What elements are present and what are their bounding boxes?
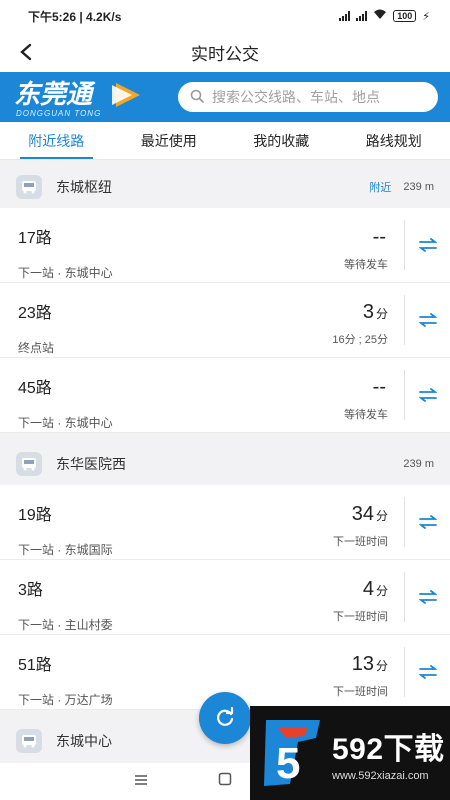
nearby-tag: 附近 xyxy=(369,182,392,194)
route-row[interactable]: 3路 下一站 · 主山村委 4分 下一班时间 xyxy=(0,560,450,635)
wifi-icon xyxy=(373,9,387,23)
route-eta: 13 分 xyxy=(333,651,388,677)
route-next-stop: 下一站 · 主山村委 xyxy=(18,618,113,632)
charging-icon: ⚡ xyxy=(422,10,430,23)
nav-bar: 实时公交 xyxy=(0,32,450,72)
status-time-speed: 下午5:26 | 4.2K/s xyxy=(28,9,122,24)
swap-direction-icon[interactable] xyxy=(404,370,450,420)
watermark-digit: 5 xyxy=(276,739,300,788)
route-row[interactable]: 19路 下一站 · 东城国际 34 分 下一班时间 xyxy=(0,485,450,560)
route-next-stop: 下一站 · 万达广场 xyxy=(18,693,113,707)
signal-icon xyxy=(339,11,351,21)
eta-note: 下一班时间 xyxy=(333,536,388,548)
route-line: 45路 xyxy=(18,380,52,397)
eta-note: 等待发车 xyxy=(344,259,388,271)
back-arrow-icon[interactable] xyxy=(12,38,40,66)
route-row[interactable]: 17路 下一站 · 东城中心 -- 等待发车 xyxy=(0,208,450,283)
eta-note: 下一班时间 xyxy=(333,611,388,623)
status-icons: 100 ⚡ xyxy=(339,9,430,23)
watermark-logo: 5 xyxy=(258,714,328,792)
swap-direction-icon[interactable] xyxy=(404,572,450,622)
eta-value: 13 xyxy=(351,653,374,675)
eta-value: 3 xyxy=(362,301,374,323)
bus-stop-icon xyxy=(16,452,42,476)
station-header[interactable]: 东城枢纽 附近 239 m xyxy=(0,166,450,208)
route-next-stop: 终点站 xyxy=(18,341,55,355)
refresh-icon xyxy=(217,707,234,726)
tab-bar: 附近线路 最近使用 我的收藏 路线规划 xyxy=(0,122,450,160)
swap-direction-icon[interactable] xyxy=(404,220,450,270)
swap-direction-icon[interactable] xyxy=(404,497,450,547)
svg-text:东莞通: 东莞通 xyxy=(14,79,96,109)
eta-unit: 分 xyxy=(375,509,388,523)
svg-text:DONGGUAN TONG: DONGGUAN TONG xyxy=(16,109,101,118)
route-line: 19路 xyxy=(18,507,52,524)
tab-nearby-routes[interactable]: 附近线路 xyxy=(0,122,113,159)
search-box[interactable] xyxy=(178,82,438,112)
brand-bar: 东莞通 DONGGUAN TONG xyxy=(0,72,450,122)
bus-stop-icon xyxy=(16,175,42,199)
bus-stop-icon xyxy=(16,729,42,753)
watermark-url: www.592xiazai.com xyxy=(332,770,429,782)
eta-unit: 分 xyxy=(375,307,388,321)
route-next-stop: 下一站 · 东城国际 xyxy=(18,543,113,557)
menu-icon[interactable] xyxy=(134,773,148,791)
route-next-stop: 下一站 · 东城中心 xyxy=(18,416,113,430)
route-line: 23路 xyxy=(18,305,52,322)
route-next-stop: 下一站 · 东城中心 xyxy=(18,266,113,280)
battery-icon: 100 xyxy=(393,10,417,22)
swap-direction-icon[interactable] xyxy=(404,647,450,697)
refresh-button[interactable] xyxy=(199,692,251,744)
tab-favorites[interactable]: 我的收藏 xyxy=(225,122,338,159)
station-name: 东城枢纽 xyxy=(56,179,112,195)
eta-value: -- xyxy=(372,376,386,398)
station-distance: 239 m xyxy=(403,181,434,193)
tab-recent[interactable]: 最近使用 xyxy=(113,122,226,159)
eta-note: 16分 ; 25分 xyxy=(332,334,388,346)
route-line: 17路 xyxy=(18,230,52,247)
route-line: 3路 xyxy=(18,582,43,599)
watermark-title: 592下载 xyxy=(332,733,445,766)
eta-value: 4 xyxy=(362,578,374,600)
watermark: 5 592下载 www.592xiazai.com xyxy=(250,706,450,800)
home-icon[interactable] xyxy=(218,772,232,791)
eta-value: 34 xyxy=(351,503,374,525)
route-eta: -- xyxy=(344,224,388,250)
search-input[interactable] xyxy=(212,89,412,105)
eta-value: -- xyxy=(372,226,386,248)
search-icon xyxy=(190,89,204,106)
tab-route-planning[interactable]: 路线规划 xyxy=(338,122,450,159)
station-distance: 239 m xyxy=(403,458,434,470)
route-row[interactable]: 23路 终点站 3分 16分 ; 25分 xyxy=(0,283,450,358)
route-line: 51路 xyxy=(18,657,52,674)
station-name: 东华医院西 xyxy=(56,456,126,472)
signal-icon xyxy=(356,11,368,21)
route-eta: 34 分 xyxy=(333,501,388,527)
route-eta: 4分 xyxy=(333,576,388,602)
swap-direction-icon[interactable] xyxy=(404,295,450,345)
route-row[interactable]: 45路 下一站 · 东城中心 -- 等待发车 xyxy=(0,358,450,433)
eta-note: 下一班时间 xyxy=(333,686,388,698)
status-bar: 下午5:26 | 4.2K/s 100 ⚡ xyxy=(0,0,450,32)
station-header[interactable]: 东华医院西 239 m xyxy=(0,443,450,485)
page-title: 实时公交 xyxy=(191,44,259,64)
route-eta: 3分 xyxy=(332,299,388,325)
route-eta: -- xyxy=(344,374,388,400)
dongguantong-logo: 东莞通 DONGGUAN TONG xyxy=(12,75,152,119)
eta-note: 等待发车 xyxy=(344,409,388,421)
station-list: 东城枢纽 附近 239 m 17路 下一站 · 东城中心 -- 等待发车 23路… xyxy=(0,160,450,763)
eta-unit: 分 xyxy=(375,584,388,598)
eta-unit: 分 xyxy=(375,659,388,673)
